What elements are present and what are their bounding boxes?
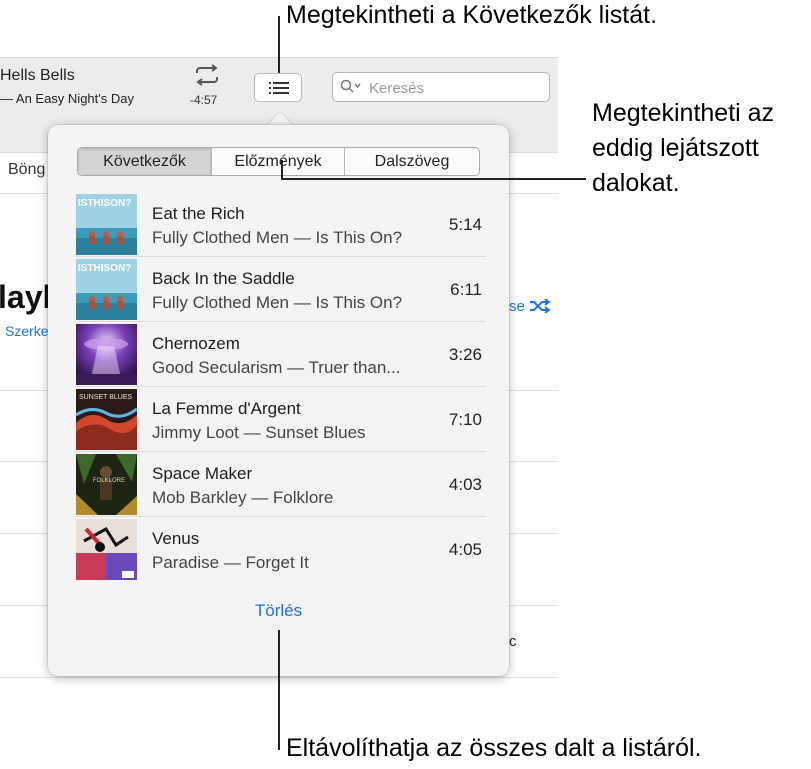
list-icon [269, 82, 289, 94]
track-title: Eat the Rich [152, 204, 245, 223]
track-artist-album: Fully Clothed Men — Is This On? [152, 293, 403, 312]
up-next-list: ISTHISON? Eat the Rich Fully Clothed Men… [75, 192, 486, 581]
shuffle-icon [530, 298, 551, 314]
track-duration: 6:11 [450, 280, 482, 299]
clear-button[interactable]: Törlés [48, 601, 509, 621]
callout-line-clear [278, 630, 280, 750]
album-art [76, 324, 137, 385]
callout-history-line-2: eddig lejátszott [592, 134, 759, 162]
track-row[interactable]: SUNSET BLUES La Femme d'Argent Jimmy Loo… [75, 387, 486, 452]
shuffle-button[interactable]: se [509, 298, 551, 315]
tab-lyrics[interactable]: Dalszöveg [345, 148, 479, 175]
track-duration: 4:03 [448, 475, 482, 494]
track-title: Space Maker [152, 464, 253, 483]
search-icon [340, 79, 362, 98]
album-art: ISTHISON? [76, 259, 137, 320]
background-text-fragment: c [509, 633, 517, 650]
shuffle-label: se [509, 298, 525, 315]
track-artist-album: Fully Clothed Men — Is This On? [152, 228, 403, 247]
now-playing-title: Hells Bells [0, 67, 75, 84]
track-duration: 7:10 [448, 410, 482, 429]
album-art [76, 519, 137, 580]
track-title: Back In the Saddle [152, 269, 295, 288]
track-title: Chernozem [152, 334, 240, 353]
tab-up-next[interactable]: Következők [78, 148, 212, 175]
album-art: FOLKLORE [76, 454, 137, 515]
callout-line-up-next [278, 16, 280, 73]
album-art-text: SUNSET BLUES [79, 394, 132, 401]
up-next-button[interactable] [254, 73, 302, 102]
track-artist-album: Good Secularism — Truer than... [152, 358, 401, 377]
track-artist-album: Jimmy Loot — Sunset Blues [152, 423, 366, 442]
search-input[interactable] [367, 76, 547, 100]
track-duration: 4:05 [448, 540, 482, 559]
edit-link[interactable]: Szerke [5, 323, 49, 339]
track-title: La Femme d'Argent [152, 399, 301, 418]
album-art: ISTHISON? [76, 194, 137, 255]
track-row[interactable]: Chernozem Good Secularism — Truer than..… [75, 322, 486, 387]
track-row[interactable]: FOLKLORE Space Maker Mob Barkley — Folkl… [75, 452, 486, 517]
track-duration: 5:14 [448, 215, 482, 234]
remaining-time: -4:57 [190, 93, 218, 107]
popover-arrow [266, 112, 294, 126]
track-title: Venus [152, 529, 200, 548]
track-duration: 3:26 [448, 345, 482, 364]
track-artist-album: Paradise — Forget It [152, 553, 309, 572]
up-next-popover: Következők Előzmények Dalszöveg ISTHISON… [48, 125, 509, 676]
repeat-icon[interactable] [192, 63, 222, 87]
album-art-text: FOLKLORE [93, 478, 125, 484]
callout-line-history-tick [281, 160, 283, 180]
track-artist-album: Mob Barkley — Folklore [152, 488, 334, 507]
callout-up-next: Megtekintheti a Következők listát. [286, 1, 658, 29]
callout-history-line-1: Megtekintheti az [592, 99, 775, 127]
now-playing-subtitle: — An Easy Night's Day [0, 91, 134, 106]
track-row[interactable]: Venus Paradise — Forget It 4:05 [75, 517, 486, 581]
track-row[interactable]: ISTHISON? Back In the Saddle Fully Cloth… [75, 257, 486, 322]
album-art: SUNSET BLUES [76, 389, 137, 450]
callout-history-line-3: dalokat. [592, 169, 680, 197]
callout-clear: Eltávolíthatja az összes dalt a listáról… [286, 734, 702, 762]
callout-line-history [281, 178, 586, 180]
search-field[interactable] [332, 72, 550, 102]
popover-segmented-control: Következők Előzmények Dalszöveg [77, 147, 480, 176]
browse-tab[interactable]: Böng [8, 161, 45, 179]
album-art-text: ISTHISON? [78, 198, 131, 209]
tab-history[interactable]: Előzmények [212, 148, 345, 175]
track-row[interactable]: ISTHISON? Eat the Rich Fully Clothed Men… [75, 192, 486, 257]
album-art-text: ISTHISON? [78, 263, 131, 274]
